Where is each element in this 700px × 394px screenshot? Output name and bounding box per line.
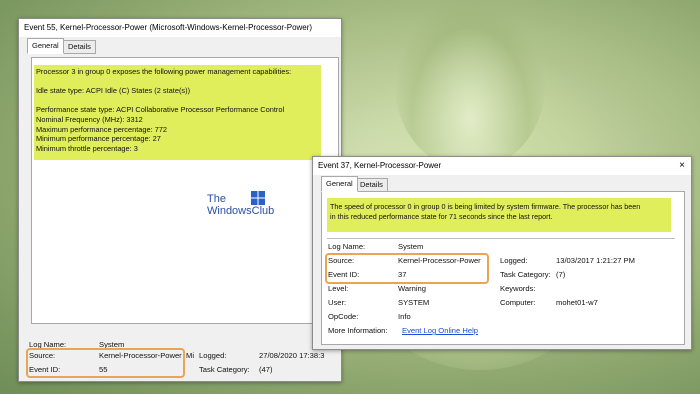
- window-title-text: Event 37, Kernel-Processor-Power: [318, 161, 442, 170]
- source-eventid-highlight-ring: [26, 348, 185, 378]
- event-log-online-help-link[interactable]: Event Log Online Help: [402, 326, 478, 335]
- level-value: Warning: [398, 284, 426, 293]
- log-name-label: Log Name:: [328, 242, 366, 251]
- task-category-value: (47): [259, 365, 273, 374]
- opcode-label: OpCode:: [328, 312, 359, 321]
- more-information-label: More Information:: [328, 326, 388, 335]
- logo-line2: WindowsClub: [207, 205, 275, 217]
- log-name-value: System: [398, 242, 424, 251]
- description-line: Nominal Frequency (MHz): 3312: [36, 114, 143, 124]
- opcode-value: Info: [398, 312, 411, 321]
- event-37-window: Event 37, Kernel-Processor-Power × Gener…: [312, 156, 692, 350]
- keywords-label: Keywords:: [500, 284, 536, 293]
- close-icon[interactable]: ×: [679, 157, 685, 175]
- thewindowsclub-logo: The WindowsClub: [207, 191, 275, 217]
- description-line: Maximum performance percentage: 772: [36, 124, 168, 134]
- task-category-value: (7): [556, 270, 566, 279]
- windows-logo-icon: [251, 191, 265, 205]
- general-tab-panel: The speed of processor 0 in group 0 is b…: [321, 191, 685, 345]
- logged-label: Logged:: [500, 256, 528, 265]
- description-line: Idle state type: ACPI Idle (C) States (2…: [36, 86, 191, 96]
- window-title: Event 55, Kernel-Processor-Power (Micros…: [19, 19, 341, 37]
- tab-details[interactable]: Details: [63, 40, 96, 54]
- description-line: Performance state type: ACPI Collaborati…: [36, 105, 285, 115]
- description-line: [36, 77, 321, 87]
- description-line: The speed of processor 0 in group 0 is b…: [330, 202, 641, 211]
- description-line: Processor 3 in group 0 exposes the follo…: [36, 67, 292, 76]
- logged-label: Logged:: [199, 351, 227, 360]
- description-line: Minimum performance percentage: 27: [36, 134, 161, 144]
- description-line: Minimum throttle percentage: 3: [36, 143, 138, 153]
- user-label: User:: [328, 298, 347, 307]
- task-category-label: Task Category:: [500, 270, 551, 279]
- tab-details[interactable]: Details: [355, 178, 388, 192]
- tab-strip: General Details: [313, 175, 691, 192]
- source-eventid-highlight-ring: [325, 253, 489, 284]
- logged-value: 13/03/2017 1:21:27 PM: [556, 256, 635, 265]
- window-title: Event 37, Kernel-Processor-Power ×: [313, 157, 691, 175]
- description-highlight: The speed of processor 0 in group 0 is b…: [327, 198, 671, 232]
- source-overflow: Mi: [186, 351, 195, 360]
- wallpaper-petal: [395, 0, 545, 170]
- tab-strip: General Details: [23, 37, 341, 54]
- computer-value: mohet01-w7: [556, 298, 598, 307]
- task-category-label: Task Category:: [199, 365, 250, 374]
- tab-general[interactable]: General: [27, 38, 64, 54]
- logged-value: 27/08/2020 17:38:3: [259, 351, 325, 360]
- description-line: in this reduced performance state for 71…: [330, 211, 553, 221]
- event-55-window: Event 55, Kernel-Processor-Power (Micros…: [18, 18, 342, 382]
- event-description-panel: Processor 3 in group 0 exposes the follo…: [31, 57, 339, 324]
- tab-general[interactable]: General: [321, 176, 358, 192]
- description-line: [36, 96, 321, 106]
- divider: [327, 238, 675, 239]
- description-highlight: Processor 3 in group 0 exposes the follo…: [34, 65, 321, 160]
- user-value: SYSTEM: [398, 298, 430, 307]
- level-label: Level:: [328, 284, 349, 293]
- computer-label: Computer:: [500, 298, 536, 307]
